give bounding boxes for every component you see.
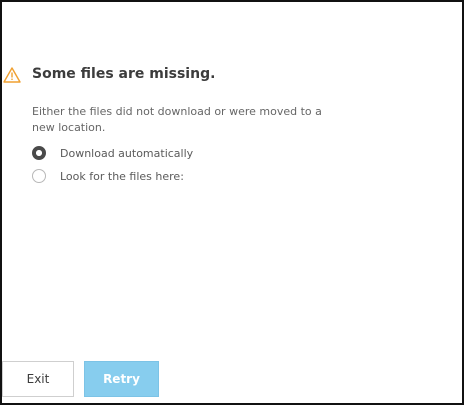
dialog-title: Some files are missing. bbox=[32, 66, 216, 82]
retry-button[interactable]: Retry bbox=[84, 361, 159, 397]
radio-download-automatically[interactable] bbox=[32, 146, 46, 160]
exit-button[interactable]: Exit bbox=[2, 361, 74, 397]
option-label: Download automatically bbox=[60, 146, 194, 160]
dialog-message: Either the files did not download or wer… bbox=[32, 105, 322, 134]
option-download-automatically[interactable]: Download automatically bbox=[32, 145, 193, 161]
warning-icon bbox=[3, 67, 21, 83]
radio-look-for-files[interactable] bbox=[32, 169, 46, 183]
missing-files-dialog: Some files are missing. Either the files… bbox=[0, 0, 464, 405]
option-look-for-files[interactable]: Look for the files here: bbox=[32, 168, 184, 184]
option-label: Look for the files here: bbox=[60, 169, 184, 183]
